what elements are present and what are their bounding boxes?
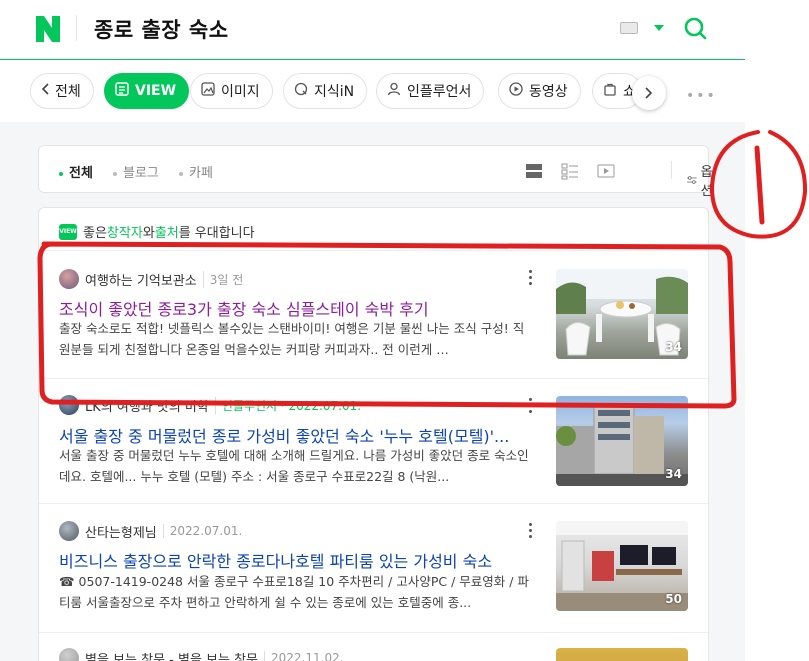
result-divider bbox=[39, 378, 710, 379]
result-title[interactable]: 비즈니스 출장으로 안락한 종로다나호텔 파티룸 있는 가성비 숙소 bbox=[59, 548, 529, 572]
result-divider bbox=[39, 632, 710, 633]
result-title[interactable]: 서울 출장 중 머물렀던 종로 가성비 좋았던 숙소 '누누 호텔(모텔)'..… bbox=[59, 423, 529, 447]
search-header: 종로 출장 숙소 bbox=[0, 0, 745, 60]
kin-icon bbox=[294, 82, 308, 100]
tab-video[interactable]: 동영상 bbox=[498, 73, 581, 109]
header-divider bbox=[76, 15, 77, 41]
chevron-down-icon[interactable] bbox=[654, 25, 664, 31]
result-divider bbox=[39, 503, 710, 504]
filter-label: 블로그 bbox=[123, 166, 159, 181]
view-doc-icon bbox=[115, 82, 129, 100]
post-date: 2022.11.02. bbox=[264, 651, 344, 661]
notice-mid: 와 bbox=[142, 226, 155, 241]
tab-label: 전체 bbox=[55, 84, 81, 100]
video-view-icon[interactable] bbox=[597, 162, 615, 180]
author-name: 산타는형제님 bbox=[85, 525, 157, 541]
avatar bbox=[59, 395, 79, 415]
tab-label: 동영상 bbox=[529, 84, 568, 100]
result-author[interactable]: 별을 보는 창문 - 별을 보는 창문 2022.11.02. bbox=[59, 648, 344, 661]
search-icon[interactable] bbox=[683, 16, 707, 40]
filter-divider bbox=[671, 161, 672, 179]
avatar bbox=[59, 648, 79, 661]
more-menu-icon[interactable] bbox=[529, 270, 533, 288]
photo-count: 50 bbox=[665, 592, 682, 606]
author-name: 여행하는 기억보관소 bbox=[85, 273, 197, 289]
result-author[interactable]: LK의 여행과 맛의 미학 인플루언서 · 2022.07.01. bbox=[59, 395, 361, 415]
right-margin bbox=[745, 0, 809, 661]
view-badge-icon: VIEW bbox=[59, 223, 77, 240]
tab-label: VIEW bbox=[135, 83, 177, 99]
tab-label: 인플루언서 bbox=[407, 84, 472, 100]
author-name: LK의 여행과 맛의 미학 bbox=[85, 399, 209, 415]
result-snippet: 서울 출장 중 머물렀던 누누 호텔에 대해 소개해 드릴게요. 나름 가성비 … bbox=[59, 448, 529, 484]
naver-logo-icon[interactable] bbox=[36, 16, 60, 42]
result-snippet: ☎ 0507-1419-0248 서울 종로구 수표로18길 10 주차편리 /… bbox=[59, 574, 529, 610]
author-name: 별을 보는 창문 - 별을 보는 창문 bbox=[85, 652, 259, 661]
filter-bar: 전체 블로그 카페 옵션 bbox=[38, 145, 713, 199]
result-thumbnail[interactable]: 34 bbox=[556, 269, 688, 359]
dot-icon bbox=[113, 171, 117, 176]
more-icon[interactable]: ••• bbox=[686, 88, 717, 104]
shop-icon bbox=[603, 82, 617, 100]
notice-suffix: 를 우대합니다 bbox=[178, 226, 255, 241]
result-thumbnail[interactable] bbox=[556, 648, 688, 661]
list-view-icon[interactable] bbox=[525, 162, 543, 180]
filter-label: 카페 bbox=[189, 166, 213, 181]
results-list: VIEW 좋은 창작자 와 출처 를 우대합니다 여행하는 기억보관소 3일 전… bbox=[38, 207, 710, 661]
tab-view[interactable]: VIEW bbox=[104, 73, 190, 109]
tab-kin[interactable]: 지식iN bbox=[283, 73, 368, 109]
options-label: 옵션 bbox=[700, 165, 713, 199]
search-tabs: 전체 VIEW 이미지 지식iN 인플루언서 동영상 쇼 ••• bbox=[0, 60, 745, 120]
tab-image[interactable]: 이미지 bbox=[190, 73, 273, 109]
photo-count: 34 bbox=[665, 340, 682, 354]
dot-icon bbox=[179, 171, 183, 176]
post-date: 인플루언서 · 2022.07.01. bbox=[214, 396, 361, 414]
result-author[interactable]: 여행하는 기억보관소 3일 전 bbox=[59, 269, 243, 289]
avatar bbox=[59, 521, 79, 541]
filter-label: 전체 bbox=[69, 166, 93, 181]
result-snippet: 출장 숙소로도 적합! 넷플릭스 볼수있는 스탠바이미! 여행은 기분 물씬 나… bbox=[59, 321, 525, 357]
tab-influencer[interactable]: 인플루언서 bbox=[376, 73, 485, 109]
notice-prefix: 좋은 bbox=[83, 226, 107, 241]
more-menu-icon[interactable] bbox=[529, 398, 533, 416]
search-query[interactable]: 종로 출장 숙소 bbox=[94, 14, 229, 44]
post-date: 2022.07.01. bbox=[162, 524, 242, 538]
creator-notice: VIEW 좋은 창작자 와 출처 를 우대합니다 bbox=[59, 222, 255, 241]
compact-view-icon[interactable] bbox=[561, 162, 579, 180]
keyboard-icon[interactable] bbox=[620, 22, 638, 34]
options-button[interactable]: 옵션 bbox=[687, 161, 717, 199]
chevron-left-icon bbox=[41, 83, 49, 99]
notice-creator-link[interactable]: 창작자 bbox=[107, 222, 143, 241]
more-menu-icon[interactable] bbox=[529, 523, 533, 541]
result-thumbnail[interactable]: 34 bbox=[556, 396, 688, 486]
post-date: 3일 전 bbox=[202, 270, 243, 288]
filter-blog[interactable]: 블로그 bbox=[113, 162, 159, 181]
tabs-next-button[interactable] bbox=[632, 76, 666, 110]
dot-icon bbox=[59, 171, 63, 176]
options-icon bbox=[687, 176, 697, 184]
avatar bbox=[59, 269, 79, 289]
filter-all[interactable]: 전체 bbox=[59, 162, 93, 181]
tab-label: 이미지 bbox=[221, 84, 260, 100]
image-icon bbox=[201, 82, 215, 100]
result-divider bbox=[39, 250, 710, 251]
tab-all[interactable]: 전체 bbox=[30, 73, 94, 109]
person-icon bbox=[387, 82, 401, 100]
photo-count: 34 bbox=[665, 467, 682, 481]
filter-cafe[interactable]: 카페 bbox=[179, 162, 213, 181]
result-author[interactable]: 산타는형제님 2022.07.01. bbox=[59, 521, 242, 541]
play-icon bbox=[509, 82, 523, 100]
result-thumbnail[interactable]: 50 bbox=[556, 521, 688, 611]
notice-source-link[interactable]: 출처 bbox=[155, 222, 179, 241]
chevron-right-icon bbox=[645, 87, 653, 99]
result-title[interactable]: 조식이 좋았던 종로3가 출장 숙소 심플스테이 숙박 후기 bbox=[59, 296, 529, 320]
tab-label: 지식iN bbox=[314, 84, 355, 100]
